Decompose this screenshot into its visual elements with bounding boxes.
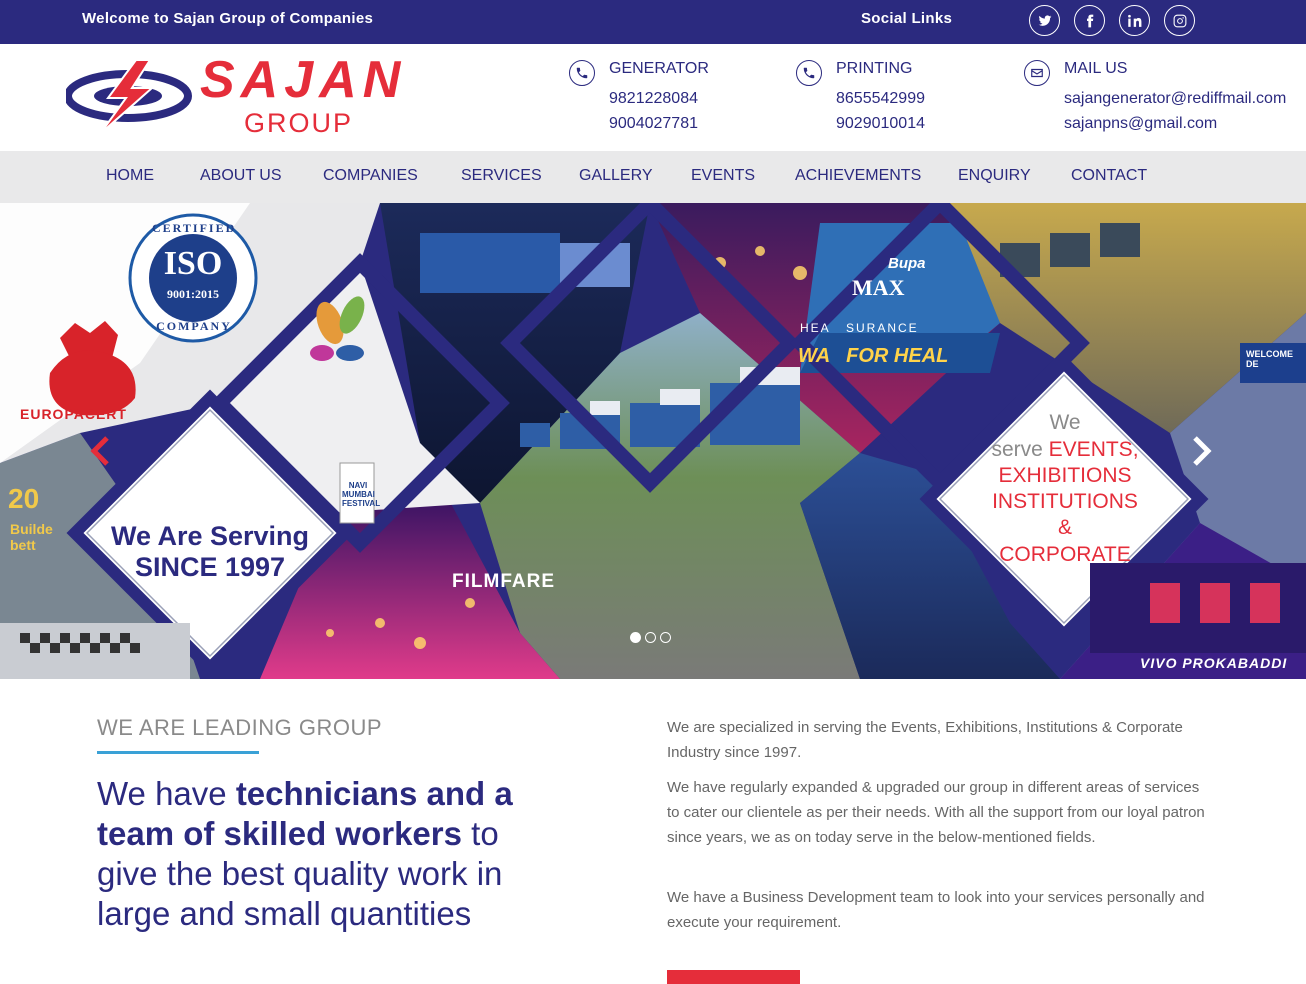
vivo-label: VIVO PROKABADDI: [1140, 655, 1288, 671]
nav-contact[interactable]: CONTACT: [1071, 167, 1147, 185]
facebook-icon[interactable]: [1074, 5, 1105, 36]
instagram-icon[interactable]: [1164, 5, 1195, 36]
email-link[interactable]: sajanpns@gmail.com: [1064, 115, 1217, 133]
serve-corporate: CORPORATE: [999, 543, 1131, 566]
slider-dot[interactable]: [660, 632, 671, 643]
contact-title: GENERATOR: [609, 60, 709, 77]
iso-bottom-label: COMPANY: [156, 319, 232, 333]
serving-line-2: SINCE 1997: [134, 552, 286, 582]
top-bar: Welcome to Sajan Group of Companies Soci…: [0, 0, 1306, 44]
main-nav: HOME ABOUT US COMPANIES SERVICES GALLERY…: [0, 151, 1306, 203]
logo-subtitle: GROUP: [244, 108, 354, 138]
intro-section: WE ARE LEADING GROUP We have technicians…: [0, 679, 1306, 984]
read-more-button[interactable]: [667, 970, 800, 984]
tagline-underline: [97, 751, 259, 754]
mail-icon: [1024, 60, 1050, 86]
phone-number[interactable]: 9029010014: [836, 115, 925, 133]
welcome-text: Welcome to Sajan Group of Companies: [82, 10, 374, 27]
bupa-label: Bupa: [888, 255, 926, 272]
logo-wordmark: SAJAN: [200, 51, 407, 109]
navi-mumbai-label: NAVI MUMBAI FESTIVAL: [342, 481, 381, 508]
slider-dot[interactable]: [645, 632, 656, 643]
nav-services[interactable]: SERVICES: [461, 167, 542, 185]
social-links-label: Social Links: [861, 10, 953, 27]
intro-headline: We have technicians and a team of skille…: [97, 774, 567, 934]
serve-exhibitions: EXHIBITIONS: [998, 464, 1132, 487]
serving-line-1: We Are Serving: [110, 521, 310, 551]
email-link[interactable]: sajangenerator@rediffmail.com: [1064, 90, 1286, 108]
nav-about-us[interactable]: ABOUT US: [200, 167, 282, 185]
nav-achievements[interactable]: ACHIEVEMENTS: [795, 167, 921, 185]
walk-label: WA FOR HEAL: [798, 345, 949, 367]
section-tagline: WE ARE LEADING GROUP: [97, 715, 383, 740]
linkedin-icon[interactable]: [1119, 5, 1150, 36]
serve-word: serve: [991, 438, 1043, 461]
intro-paragraph: We have regularly expanded & upgraded ou…: [667, 779, 1205, 846]
hero-slider: CERTIFIED ISO 9001:2015 COMPANY EUROPACE…: [0, 203, 1306, 679]
slider-dot[interactable]: [630, 632, 641, 643]
nav-enquiry[interactable]: ENQUIRY: [958, 167, 1031, 185]
logo-emblem-icon: [66, 59, 192, 135]
intro-paragraph: We are specialized in serving the Events…: [667, 719, 1183, 761]
iso-number-label: 9001:2015: [167, 287, 219, 301]
nav-gallery[interactable]: GALLERY: [579, 167, 653, 185]
serve-events: EVENTS,: [1048, 438, 1139, 461]
insurance-label: HEA SURANCE: [800, 321, 919, 335]
twitter-icon[interactable]: [1029, 5, 1060, 36]
phone-icon: [569, 60, 595, 86]
logo[interactable]: SAJAN GROUP: [66, 54, 406, 144]
contact-title: MAIL US: [1064, 60, 1128, 77]
header: SAJAN GROUP GENERATOR 9821228084 9004027…: [0, 44, 1306, 151]
slider-next-button[interactable]: [1188, 433, 1216, 469]
serve-line: serve EVENTS,: [990, 438, 1140, 462]
chevron-left-icon: [90, 436, 109, 466]
welcome-banner-label: WELCOME DE: [1246, 349, 1293, 369]
intro-paragraph: We have a Business Development team to l…: [667, 889, 1205, 931]
nav-events[interactable]: EVENTS: [691, 167, 755, 185]
serve-we: We: [1049, 411, 1081, 434]
serve-institutions: INSTITUTIONS: [992, 490, 1138, 513]
phone-number[interactable]: 9004027781: [609, 115, 698, 133]
europacert-label: EUROPACERT: [20, 406, 127, 422]
slider-dots: [630, 632, 671, 643]
headline-part: We have: [97, 775, 236, 812]
builder-label: Builde bett: [10, 521, 53, 553]
nav-companies[interactable]: COMPANIES: [323, 167, 418, 185]
phone-number[interactable]: 8655542999: [836, 90, 925, 108]
nav-home[interactable]: HOME: [106, 167, 154, 185]
serve-amp: &: [1057, 516, 1072, 539]
phone-icon: [796, 60, 822, 86]
slider-prev-button[interactable]: [86, 433, 114, 469]
filmfare-label: FILMFARE: [452, 571, 555, 592]
iso-top-label: CERTIFIED: [152, 221, 237, 235]
contact-title: PRINTING: [836, 60, 913, 77]
max-label: MAX: [852, 275, 905, 300]
twenty-label: 20: [8, 483, 40, 514]
phone-number[interactable]: 9821228084: [609, 90, 698, 108]
iso-main-label: ISO: [163, 245, 223, 282]
chevron-right-icon: [1193, 436, 1212, 466]
